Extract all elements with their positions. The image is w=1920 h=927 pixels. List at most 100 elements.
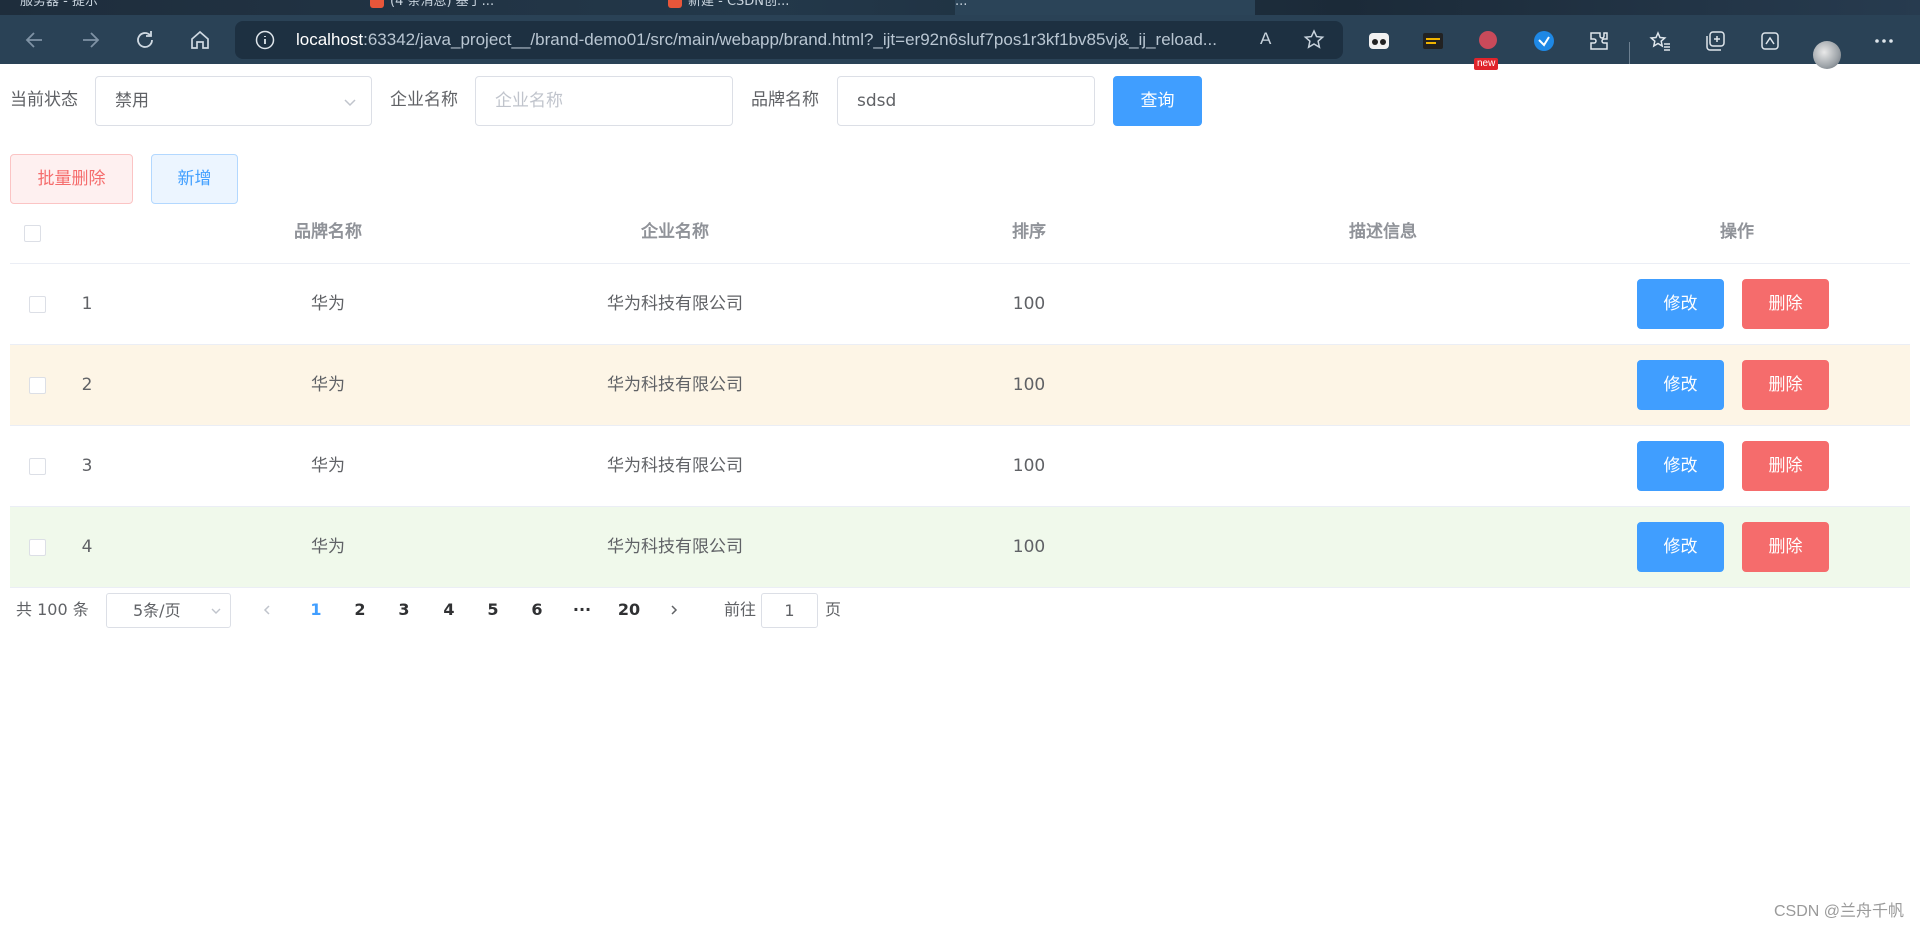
page-ellipsis[interactable]: ···: [567, 590, 597, 630]
cell-description: [1206, 345, 1560, 426]
row-index: 3: [81, 456, 93, 476]
browser-toolbar: localhost:63342/java_project__/brand-dem…: [0, 15, 1920, 70]
arrow-right-icon: [83, 32, 100, 48]
toolbar-separator: [1629, 42, 1630, 64]
url-text[interactable]: localhost:63342/java_project__/brand-dem…: [296, 21, 1241, 59]
cell-description: [1206, 264, 1560, 345]
profile-avatar[interactable]: [1813, 41, 1841, 69]
add-button[interactable]: 新增: [151, 154, 238, 204]
tab-title: (4 条消息) 基于...: [390, 0, 495, 9]
collections-icon[interactable]: [1703, 29, 1727, 53]
row-checkbox[interactable]: [29, 458, 46, 475]
edit-button[interactable]: 修改: [1637, 441, 1724, 491]
chevron-down-icon: [344, 99, 356, 107]
row-index: 2: [81, 375, 93, 395]
extensions-puzzle-icon[interactable]: [1587, 29, 1611, 53]
address-bar[interactable]: localhost:63342/java_project__/brand-dem…: [235, 21, 1343, 59]
page-number[interactable]: 4: [434, 590, 464, 630]
delete-button[interactable]: 删除: [1742, 522, 1829, 572]
cell-ordered: 100: [1012, 537, 1046, 557]
csdn-favicon-icon: [668, 0, 682, 8]
batch-delete-button[interactable]: 批量删除: [10, 154, 133, 204]
cell-company: 华为科技有限公司: [607, 537, 743, 557]
home-icon: [191, 30, 209, 49]
url-path: :63342/java_project__/brand-demo01/src/m…: [363, 30, 1217, 49]
status-select[interactable]: 禁用: [95, 76, 372, 126]
row-checkbox[interactable]: [29, 296, 46, 313]
performance-icon[interactable]: [1758, 29, 1782, 53]
browser-tab-active[interactable]: ...: [955, 0, 1255, 15]
company-input[interactable]: 企业名称: [475, 76, 733, 126]
read-aloud-icon[interactable]: A: [1260, 29, 1271, 49]
goto-label: 前往: [724, 600, 757, 619]
url-host: localhost: [296, 30, 364, 49]
select-all-checkbox[interactable]: [24, 225, 41, 242]
cell-brand: 华为: [311, 456, 345, 476]
page-number[interactable]: 6: [522, 590, 552, 630]
browser-tab[interactable]: 新建 - CSDN创...: [668, 0, 948, 15]
extension-terminal-icon[interactable]: [1421, 29, 1445, 53]
page-number[interactable]: 5: [478, 590, 508, 630]
cell-company: 华为科技有限公司: [607, 294, 743, 314]
more-menu-icon[interactable]: [1872, 29, 1896, 53]
cell-brand: 华为: [311, 375, 345, 395]
table-row: 2 华为 华为科技有限公司 100 修改 删除: [10, 345, 1910, 426]
header-ordered: 排序: [1012, 222, 1046, 242]
next-page-icon[interactable]: [668, 604, 680, 616]
row-index: 1: [81, 294, 93, 314]
row-checkbox[interactable]: [29, 377, 46, 394]
extension-reader-icon[interactable]: [1367, 29, 1391, 53]
cell-brand: 华为: [311, 537, 345, 557]
header-company: 企业名称: [641, 222, 709, 242]
cell-ordered: 100: [1012, 294, 1046, 314]
cell-ordered: 100: [1012, 456, 1046, 476]
cell-company: 华为科技有限公司: [607, 456, 743, 476]
extension-new-icon[interactable]: [1476, 29, 1500, 53]
chevron-down-icon: [211, 608, 221, 614]
status-label: 当前状态: [10, 90, 78, 110]
favorites-icon[interactable]: [1648, 29, 1672, 53]
page-size-select[interactable]: 5条/页: [106, 593, 231, 628]
row-checkbox[interactable]: [29, 539, 46, 556]
edit-button[interactable]: 修改: [1637, 279, 1724, 329]
page-number[interactable]: 2: [345, 590, 375, 630]
extension-shield-icon[interactable]: [1532, 29, 1556, 53]
table-row: 4 华为 华为科技有限公司 100 修改 删除: [10, 507, 1910, 588]
watermark: CSDN @兰舟千帆: [1773, 903, 1904, 920]
page-number-last[interactable]: 20: [611, 590, 647, 630]
row-index: 4: [81, 537, 93, 557]
brand-label: 品牌名称: [751, 90, 819, 110]
new-badge: new: [1474, 58, 1499, 70]
refresh-button[interactable]: [130, 25, 160, 55]
cell-ordered: 100: [1012, 375, 1046, 395]
page-number[interactable]: 1: [301, 590, 331, 630]
page-number[interactable]: 3: [389, 590, 419, 630]
browser-tab[interactable]: 服务器 - 提示: [20, 0, 320, 15]
tab-title: 服务器 - 提示: [20, 0, 98, 9]
add-favorite-icon[interactable]: [1303, 29, 1325, 51]
query-button[interactable]: 查询: [1113, 76, 1202, 126]
cell-description: [1206, 507, 1560, 588]
refresh-icon: [137, 31, 153, 48]
page-size-value: 5条/页: [133, 601, 181, 620]
tab-title: ...: [955, 0, 968, 9]
brand-input[interactable]: sdsd: [837, 76, 1095, 126]
table-row: 3 华为 华为科技有限公司 100 修改 删除: [10, 426, 1910, 507]
header-operation: 操作: [1720, 222, 1754, 242]
home-button[interactable]: [185, 25, 215, 55]
arrow-left-icon: [25, 32, 42, 48]
forward-button[interactable]: [75, 25, 105, 55]
tab-title: 新建 - CSDN创...: [688, 0, 790, 9]
pagination: 共 100 条 5条/页 1 2 3 4 5 6 ··· 20 前往 1 页: [0, 590, 900, 630]
prev-page-icon[interactable]: [261, 604, 273, 616]
delete-button[interactable]: 删除: [1742, 279, 1829, 329]
info-icon[interactable]: [255, 30, 275, 50]
edit-button[interactable]: 修改: [1637, 522, 1724, 572]
goto-page-input[interactable]: 1: [761, 593, 818, 628]
browser-tab[interactable]: (4 条消息) 基于...: [370, 0, 650, 15]
back-button[interactable]: [20, 25, 50, 55]
cell-company: 华为科技有限公司: [607, 375, 743, 395]
delete-button[interactable]: 删除: [1742, 441, 1829, 491]
delete-button[interactable]: 删除: [1742, 360, 1829, 410]
edit-button[interactable]: 修改: [1637, 360, 1724, 410]
